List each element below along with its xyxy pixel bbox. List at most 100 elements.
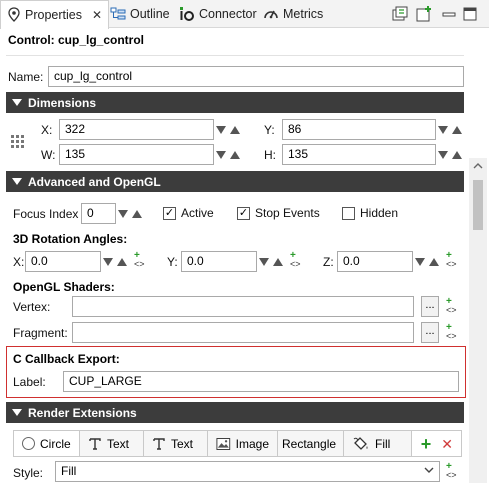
- tab-rectangle[interactable]: Rectangle: [278, 431, 344, 456]
- grid-anchor-icon[interactable]: [10, 134, 26, 150]
- tab-properties[interactable]: Properties ✕: [0, 0, 110, 29]
- stop-events-label: Stop Events: [255, 206, 320, 220]
- section-title: Advanced and OpenGL: [28, 174, 161, 189]
- checkbox-checked-icon[interactable]: ✓: [237, 206, 250, 220]
- focus-index-field[interactable]: 0: [81, 203, 116, 224]
- rot-x-stepper[interactable]: [103, 252, 127, 271]
- rot-x-field[interactable]: 0.0: [25, 251, 101, 272]
- increment-icon[interactable]: [117, 257, 127, 266]
- tab-outline[interactable]: Outline: [104, 0, 176, 28]
- remove-extension-icon[interactable]: ✕: [441, 437, 453, 451]
- tab-label: Properties: [25, 8, 82, 22]
- decrement-icon[interactable]: [118, 209, 128, 218]
- gauge-icon: [264, 10, 278, 19]
- scrollbar-thumb[interactable]: [473, 180, 483, 230]
- tab-circle[interactable]: Circle: [14, 431, 80, 456]
- rot-y-field[interactable]: 0.0: [181, 251, 257, 272]
- section-dimensions[interactable]: Dimensions: [6, 92, 464, 113]
- increment-icon[interactable]: [452, 150, 462, 159]
- add-extension-icon[interactable]: +: [421, 435, 432, 453]
- radio-icon: [22, 437, 35, 450]
- decrement-icon[interactable]: [438, 125, 448, 134]
- tab-metrics[interactable]: Metrics: [257, 0, 329, 28]
- chevron-down-icon[interactable]: [424, 467, 434, 474]
- tab-text-2[interactable]: Text: [144, 431, 208, 456]
- tab-connector[interactable]: Connector: [173, 0, 263, 28]
- reset-default-icon[interactable]: + <>: [446, 462, 460, 480]
- x-field[interactable]: 322: [59, 119, 214, 140]
- tab-label: Connector: [199, 7, 257, 21]
- text-icon: [89, 437, 101, 450]
- rot-z-stepper[interactable]: [415, 252, 439, 271]
- decrement-icon[interactable]: [438, 150, 448, 159]
- section-advanced-opengl[interactable]: Advanced and OpenGL: [6, 171, 464, 192]
- tab-fill[interactable]: Fill: [344, 431, 412, 456]
- decrement-icon[interactable]: [216, 150, 226, 159]
- callback-label-field[interactable]: CUP_LARGE: [63, 371, 459, 392]
- vertex-browse-button[interactable]: ...: [421, 296, 439, 317]
- stop-events-checkbox[interactable]: ✓ Stop Events: [237, 206, 320, 220]
- add-view-icon[interactable]: [415, 5, 433, 23]
- fragment-browse-button[interactable]: ...: [421, 322, 439, 343]
- collapse-triangle-icon: [12, 409, 22, 416]
- increment-icon[interactable]: [132, 209, 142, 218]
- w-stepper[interactable]: [216, 145, 240, 164]
- section-title: Render Extensions: [28, 405, 137, 420]
- reset-default-icon[interactable]: + <>: [290, 251, 304, 269]
- checkbox-unchecked-icon[interactable]: [342, 206, 355, 220]
- fragment-field[interactable]: [72, 322, 414, 343]
- focus-index-stepper[interactable]: [118, 204, 142, 223]
- section-title: Dimensions: [28, 95, 97, 110]
- increment-icon[interactable]: [230, 150, 240, 159]
- x-stepper[interactable]: [216, 120, 240, 139]
- y-stepper[interactable]: [438, 120, 462, 139]
- increment-icon[interactable]: [429, 257, 439, 266]
- text-icon: [153, 437, 165, 450]
- rot-y-label: Y:: [167, 255, 178, 269]
- h-label: H:: [264, 148, 276, 162]
- reset-default-icon[interactable]: + <>: [446, 297, 460, 315]
- reset-default-icon[interactable]: + <>: [446, 323, 460, 341]
- decrement-icon[interactable]: [259, 257, 269, 266]
- increment-icon[interactable]: [452, 125, 462, 134]
- y-label: Y:: [264, 123, 275, 137]
- new-window-icon[interactable]: [391, 5, 409, 23]
- rot-y-stepper[interactable]: [259, 252, 283, 271]
- name-label: Name:: [8, 70, 44, 84]
- y-field[interactable]: 86: [282, 119, 436, 140]
- decrement-icon[interactable]: [103, 257, 113, 266]
- tab-text[interactable]: Text: [80, 431, 144, 456]
- close-tab-icon[interactable]: ✕: [92, 8, 102, 22]
- decrement-icon[interactable]: [415, 257, 425, 266]
- scroll-up-icon[interactable]: [473, 162, 483, 169]
- decrement-icon[interactable]: [216, 125, 226, 134]
- increment-icon[interactable]: [230, 125, 240, 134]
- outline-icon: [110, 7, 126, 20]
- h-stepper[interactable]: [438, 145, 462, 164]
- section-render-extensions[interactable]: Render Extensions: [6, 402, 464, 423]
- tab-actions: + ✕: [412, 431, 461, 456]
- tab-label: Outline: [130, 7, 170, 21]
- active-checkbox[interactable]: ✓ Active: [163, 206, 214, 220]
- increment-icon[interactable]: [273, 257, 283, 266]
- connector-icon: [180, 7, 194, 21]
- hidden-checkbox[interactable]: Hidden: [342, 206, 398, 220]
- w-field[interactable]: 135: [59, 144, 214, 165]
- style-select[interactable]: Fill: [55, 461, 440, 482]
- checkbox-checked-icon[interactable]: ✓: [163, 206, 176, 220]
- shaders-heading: OpenGL Shaders:: [13, 280, 115, 294]
- vertex-field[interactable]: [72, 296, 414, 317]
- minimize-icon[interactable]: [440, 5, 458, 23]
- active-label: Active: [181, 206, 214, 220]
- image-icon: [216, 437, 231, 450]
- rot-z-label: Z:: [323, 255, 334, 269]
- reset-default-icon[interactable]: + <>: [134, 251, 148, 269]
- rot-z-field[interactable]: 0.0: [337, 251, 413, 272]
- h-field[interactable]: 135: [282, 144, 436, 165]
- tab-label: Circle: [40, 436, 71, 451]
- reset-default-icon[interactable]: + <>: [446, 251, 460, 269]
- maximize-icon[interactable]: [461, 5, 479, 23]
- tab-image[interactable]: Image: [208, 431, 278, 456]
- name-field[interactable]: cup_lg_control: [48, 66, 464, 87]
- render-extension-tabs: Circle Text Text Image Rectangle Fill + …: [13, 430, 462, 457]
